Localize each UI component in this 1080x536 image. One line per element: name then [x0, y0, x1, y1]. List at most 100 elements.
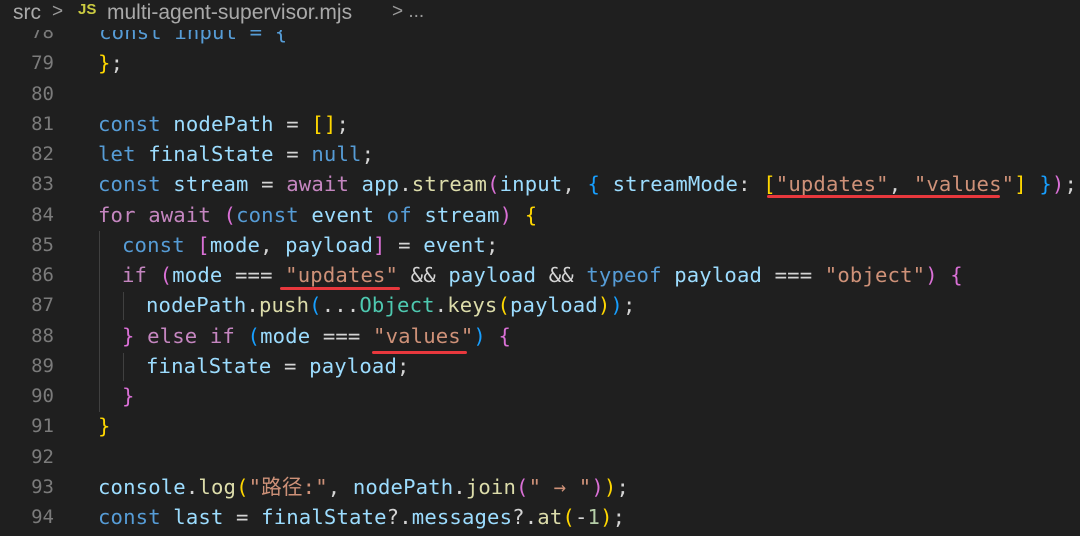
annotation-underline	[767, 195, 1000, 198]
token: messages	[411, 505, 513, 529]
line-code: finalState = payload;	[146, 351, 410, 381]
javascript-file-icon: JS	[78, 1, 97, 18]
token: nodePath	[160, 112, 287, 136]
token: let	[98, 142, 136, 166]
token: ;	[612, 505, 626, 529]
breadcrumb-more[interactable]: > ...	[392, 1, 424, 23]
token: await	[286, 172, 349, 196]
code-line-92[interactable]: 92	[0, 442, 1080, 472]
line-code: };	[98, 48, 123, 78]
token: (	[516, 475, 529, 499]
token: console	[98, 475, 186, 499]
token: .	[434, 293, 448, 317]
token: event	[423, 233, 486, 257]
code-line-93[interactable]: 93 console.log("路径:", nodePath.join(" → …	[0, 472, 1080, 502]
line-code: }	[122, 381, 135, 411]
token: )	[610, 293, 623, 317]
code-line-89[interactable]: 89 finalState = payload;	[0, 351, 1080, 381]
token: {	[512, 203, 538, 227]
token: }	[122, 324, 135, 348]
token: join	[465, 475, 517, 499]
code-line-86[interactable]: 86 if (mode === "updates" && payload && …	[0, 260, 1080, 290]
line-code: for await (const event of stream) {	[98, 200, 537, 230]
token: finalState	[261, 505, 387, 529]
token: =	[286, 142, 312, 166]
token: ]	[1014, 172, 1027, 196]
token: mode	[209, 233, 261, 257]
code-line-81[interactable]: 81 const nodePath = [];	[0, 109, 1080, 139]
token: else if	[134, 324, 235, 348]
breadcrumb-file[interactable]: multi-agent-supervisor.mjs	[107, 1, 352, 25]
token: (	[309, 293, 322, 317]
token: ;	[1064, 172, 1077, 196]
token: {	[937, 263, 963, 287]
token: (	[562, 505, 575, 529]
line-number: 83	[31, 173, 54, 195]
line-code: const nodePath = [];	[98, 109, 349, 139]
breadcrumb-folder[interactable]: src	[13, 1, 41, 25]
line-code: const last = finalState?.messages?.at(-1…	[98, 502, 625, 532]
token: " → "	[528, 475, 592, 499]
line-number: 93	[31, 476, 54, 498]
token: last	[160, 505, 237, 529]
token: Object	[359, 293, 435, 317]
token: ;	[361, 142, 375, 166]
token: }	[98, 414, 111, 438]
token: "values"	[913, 172, 1015, 196]
token: }	[122, 384, 135, 408]
token: finalState	[146, 354, 272, 378]
line-number: 82	[31, 143, 54, 165]
code-line-94[interactable]: 94 const last = finalState?.messages?.at…	[0, 502, 1080, 532]
token: .	[453, 475, 466, 499]
token: [	[763, 172, 776, 196]
token: ===	[222, 263, 286, 287]
code-line-91[interactable]: 91 }	[0, 411, 1080, 441]
token: }	[1026, 172, 1052, 196]
token: ...	[321, 293, 360, 317]
line-number: 89	[31, 355, 54, 377]
token: stream	[411, 172, 488, 196]
token: ;	[616, 475, 630, 499]
line-number: 87	[31, 294, 54, 316]
token: at	[537, 505, 563, 529]
token: (	[497, 293, 510, 317]
code-line-79[interactable]: 79 };	[0, 48, 1080, 78]
token: if	[122, 263, 148, 287]
token: =	[236, 505, 262, 529]
token: .	[246, 293, 259, 317]
token: )	[600, 505, 613, 529]
token: of	[386, 203, 412, 227]
token: mode	[172, 263, 223, 287]
code-line-90[interactable]: 90 }	[0, 381, 1080, 411]
code-editor[interactable]: 78 const input = { 79 }; 80 81 const nod…	[0, 0, 1080, 536]
token: )	[591, 475, 604, 499]
token: payload	[309, 354, 397, 378]
token: const	[98, 112, 161, 136]
line-code: const [mode, payload] = event;	[122, 230, 499, 260]
token: typeof	[586, 263, 662, 287]
token: const	[98, 172, 161, 196]
token: ?.	[386, 505, 412, 529]
token: .	[185, 475, 199, 499]
code-line-84[interactable]: 84 for await (const event of stream) {	[0, 200, 1080, 230]
token: payload	[448, 263, 537, 287]
token: await	[135, 203, 224, 227]
token: =	[385, 233, 424, 257]
token: streamMode	[600, 172, 739, 196]
code-line-82[interactable]: 82 let finalState = null;	[0, 139, 1080, 169]
breadcrumb: src > JS multi-agent-supervisor.mjs > ..…	[0, 0, 1080, 30]
token: )	[925, 263, 938, 287]
code-line-88[interactable]: 88 } else if (mode === "values") {	[0, 321, 1080, 351]
token: =	[271, 354, 310, 378]
token: &&	[536, 263, 587, 287]
code-line-85[interactable]: 85 const [mode, payload] = event;	[0, 230, 1080, 260]
line-number: 80	[31, 83, 54, 105]
token: (	[234, 324, 261, 348]
token: ;	[336, 112, 350, 136]
token: )	[1051, 172, 1065, 196]
code-line-80[interactable]: 80	[0, 79, 1080, 109]
token: stream	[411, 203, 500, 227]
token: stream	[160, 172, 262, 196]
token: nodePath	[352, 475, 454, 499]
code-line-87[interactable]: 87 nodePath.push(...Object.keys(payload)…	[0, 290, 1080, 320]
